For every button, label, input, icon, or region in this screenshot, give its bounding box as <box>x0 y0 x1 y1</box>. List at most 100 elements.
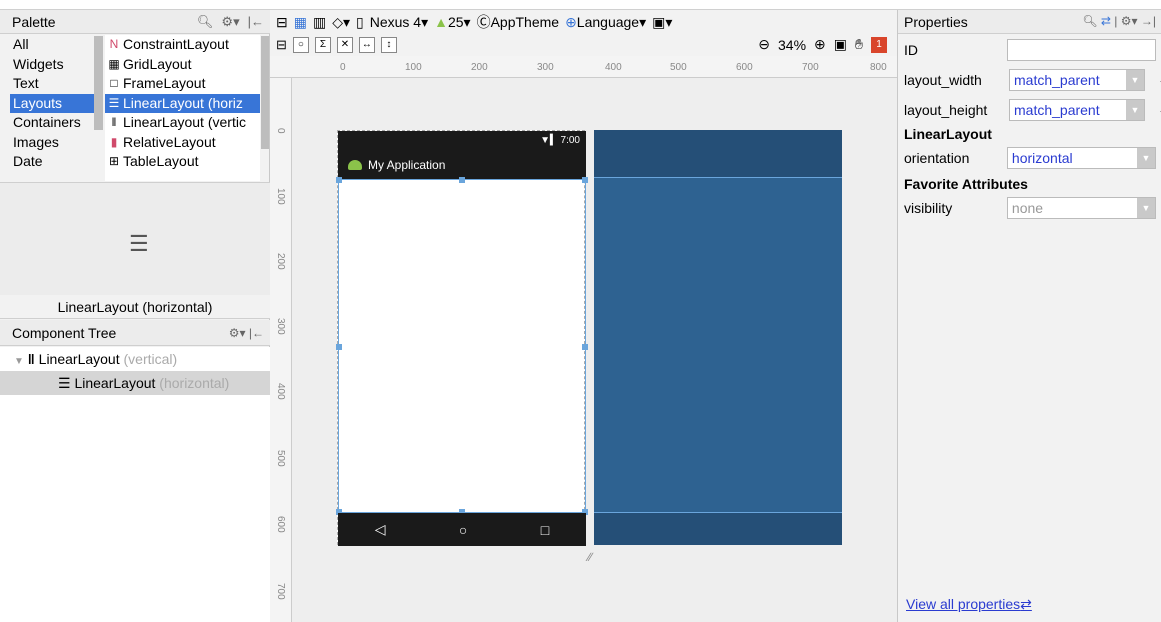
infer-constraints-icon[interactable]: Σ <box>314 37 331 53</box>
theme-selector[interactable]: ⒸAppTheme <box>477 12 559 32</box>
palette-items: N ConstraintLayout ▦ GridLayout □ FrameLayo… <box>105 35 260 181</box>
pack-horizontal-icon[interactable]: ↔ <box>358 37 375 53</box>
zoom-in-icon[interactable]: ⊕ <box>814 36 826 53</box>
view-all-properties-link[interactable]: View all properties⇄ <box>906 596 1032 613</box>
tree-node-root[interactable]: ▼ ‖ LinearLayout (vertical) <box>0 347 270 371</box>
api-selector[interactable]: ▲25▾ <box>434 14 470 31</box>
palette-title: Palette <box>12 13 56 30</box>
category-images[interactable]: Images <box>10 133 94 153</box>
chevron-down-icon[interactable]: ▼ <box>1137 148 1155 168</box>
palette-item-label: GridLayout <box>123 55 192 72</box>
preview-label: LinearLayout (horizontal) <box>0 295 270 319</box>
linear-horizontal-icon: ☰ <box>58 375 71 391</box>
clear-constraints-icon[interactable]: ✕ <box>336 37 353 53</box>
palette-item-label: RelativeLayout <box>123 133 216 150</box>
pin-icon[interactable]: →| <box>1141 14 1156 28</box>
status-bar: ▼▍ 7:00 <box>338 131 586 151</box>
property-layout-width: layout_width match_parent▼ … <box>904 68 1161 92</box>
id-input[interactable] <box>1006 39 1156 61</box>
gear-icon[interactable]: ⚙︎▾ <box>1121 14 1138 28</box>
palette-header: Palette 🔍︎ ⚙︎▾ |← <box>0 10 270 34</box>
orientation-icon[interactable]: ◇▾ <box>332 14 350 31</box>
zoom-fit-icon[interactable]: ▣ <box>834 36 847 53</box>
items-scrollbar[interactable] <box>261 36 269 149</box>
categories-scrollbar[interactable] <box>94 36 103 130</box>
ruler-tick: 200 <box>275 253 286 270</box>
view-all-label: View all properties <box>906 596 1021 612</box>
resize-handle[interactable] <box>582 344 588 350</box>
pan-hand-icon[interactable]: ✋︎ <box>855 36 863 53</box>
table-layout-icon: ⊞ <box>108 154 120 168</box>
search-icon[interactable]: 🔍︎ <box>197 14 214 30</box>
palette-item-framelayout[interactable]: □ FrameLayout <box>105 74 260 94</box>
orientation-select[interactable]: horizontal ▼ <box>1006 147 1156 169</box>
selected-linearlayout[interactable] <box>336 177 588 515</box>
design-view-icon[interactable]: ⊟ <box>276 14 288 31</box>
gear-icon[interactable]: ⚙︎▾ |← <box>229 326 264 340</box>
palette-item-linearlayout-vertical[interactable]: ‖ LinearLayout (vertic <box>105 113 260 133</box>
blueprint-view-icon[interactable]: ▦ <box>294 14 307 31</box>
ruler-tick: 300 <box>275 318 286 335</box>
zoom-out-icon[interactable]: ⊖ <box>758 36 770 53</box>
palette-item-label: TableLayout <box>123 153 199 169</box>
search-icon[interactable]: 🔍︎ <box>1082 14 1097 28</box>
resize-handle[interactable] <box>582 177 588 183</box>
palette-item-constraintlayout[interactable]: N ConstraintLayout <box>105 35 260 55</box>
resize-handle[interactable] <box>336 177 342 183</box>
expand-arrow-icon[interactable]: ▼ <box>14 356 24 367</box>
chevron-down-icon[interactable]: ▼ <box>1126 100 1144 120</box>
device-selector[interactable]: Nexus 4▾ <box>370 14 428 31</box>
blueprint-preview[interactable] <box>594 130 842 545</box>
pack-vertical-icon[interactable]: ↕ <box>380 37 397 53</box>
ruler-tick: 100 <box>275 188 286 205</box>
ruler-tick: 500 <box>670 62 687 73</box>
ruler-tick: 700 <box>802 62 819 73</box>
api-label: 25 <box>447 13 464 30</box>
resize-corner-icon[interactable]: ∕∕ <box>588 550 592 564</box>
frame-layout-icon: □ <box>110 76 118 90</box>
visibility-select[interactable]: none ▼ <box>1006 197 1156 219</box>
swap-icon[interactable]: ⇄ <box>1101 14 1111 28</box>
palette-item-tablelayout[interactable]: ⊞ TableLayout <box>105 152 260 172</box>
show-constraints-icon[interactable]: ⊟ <box>276 37 287 53</box>
status-time: 7:00 <box>560 135 580 146</box>
component-tree: ▼ ‖ LinearLayout (vertical) ☰ LinearLayo… <box>0 347 270 622</box>
language-selector[interactable]: ⊕Language▾ <box>565 14 646 31</box>
category-all[interactable]: All <box>10 35 94 55</box>
resize-handle[interactable] <box>336 344 342 350</box>
property-label: visibility <box>904 200 953 216</box>
pin-icon[interactable]: |← <box>248 14 264 30</box>
layout-width-select[interactable]: match_parent ▼ <box>1009 69 1145 91</box>
section-favorite-attributes: Favorite Attributes <box>904 176 1028 192</box>
category-containers[interactable]: Containers <box>10 113 94 133</box>
resize-handle[interactable] <box>459 177 465 183</box>
layout-variants-icon[interactable]: ▣▾ <box>652 14 672 31</box>
recents-icon: □ <box>540 521 550 538</box>
swap-icon: ⇄ <box>1020 596 1032 612</box>
linear-vertical-icon: ‖ <box>111 115 117 129</box>
vertical-ruler: 0 100 200 300 400 500 600 700 <box>270 78 292 622</box>
category-date[interactable]: Date <box>10 152 94 172</box>
both-views-icon[interactable]: ▥ <box>313 14 326 31</box>
grid-layout-icon: ▦ <box>108 56 120 71</box>
device-icon[interactable]: ▯ <box>356 14 364 31</box>
palette-item-relativelayout[interactable]: ▮ RelativeLayout <box>105 133 260 153</box>
field-value: match_parent <box>1014 102 1100 118</box>
zoom-level: 34% <box>778 36 807 53</box>
chevron-down-icon[interactable]: ▼ <box>1126 70 1144 90</box>
phone-preview[interactable]: ▼▍ 7:00 My Application ◁ ○ □ <box>336 130 588 546</box>
gear-icon[interactable]: ⚙︎▾ <box>221 14 239 30</box>
property-label: ID <box>904 42 918 58</box>
palette-item-linearlayout-horizontal[interactable]: ☰ LinearLayout (horiz <box>105 93 260 113</box>
tree-node-child[interactable]: ☰ LinearLayout (horizontal) <box>0 371 270 395</box>
category-layouts[interactable]: Layouts <box>10 93 94 113</box>
palette-item-gridlayout[interactable]: ▦ GridLayout <box>105 55 260 75</box>
layout-height-select[interactable]: match_parent ▼ <box>1009 99 1145 121</box>
chevron-down-icon[interactable]: ▼ <box>1137 198 1155 218</box>
warning-badge[interactable]: 1 <box>871 36 887 53</box>
category-text[interactable]: Text <box>10 74 94 94</box>
category-widgets[interactable]: Widgets <box>10 55 94 75</box>
blueprint-header <box>594 130 842 178</box>
tree-node-hint: (vertical) <box>123 351 178 367</box>
autoconnect-icon[interactable]: ○ <box>292 37 309 53</box>
